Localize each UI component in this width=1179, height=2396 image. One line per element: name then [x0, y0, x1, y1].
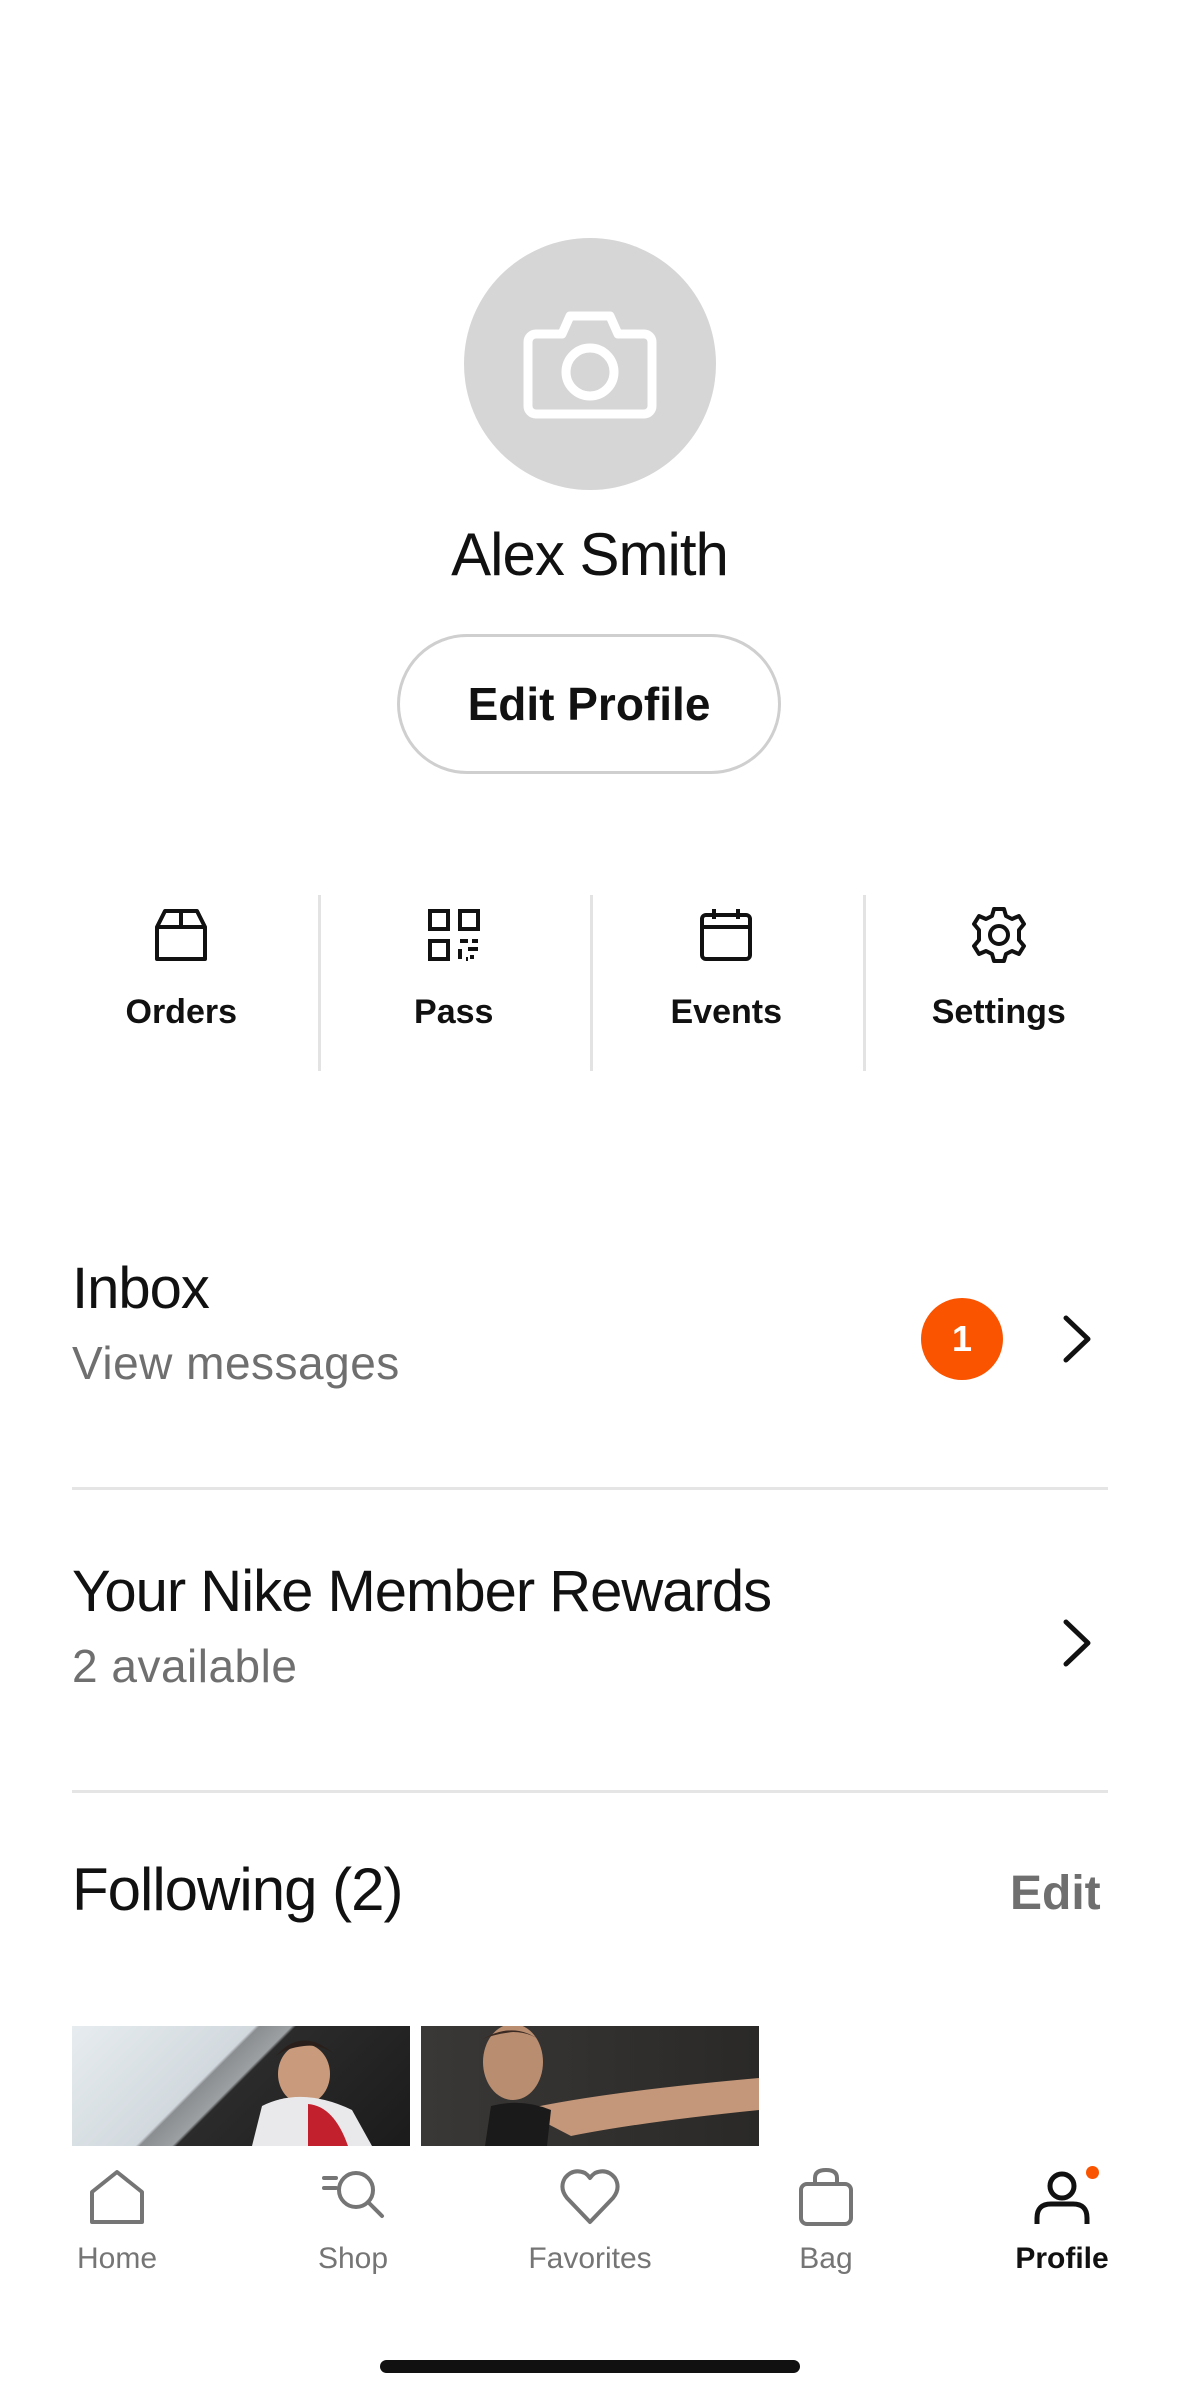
events-label: Events [670, 993, 783, 1031]
home-icon [90, 2170, 144, 2224]
search-icon [322, 2171, 384, 2218]
divider [72, 1487, 1108, 1490]
tab-shop[interactable]: Shop [263, 2164, 443, 2276]
inbox-row[interactable]: Inbox View messages 1 [72, 1255, 1108, 1405]
following-title: Following (2) [72, 1856, 403, 1923]
tab-shop-label: Shop [317, 2242, 389, 2275]
athlete-image [481, 2026, 759, 2146]
quick-actions: Orders Pass Events Settings [45, 895, 1135, 1075]
qr-code-icon [427, 909, 480, 961]
tab-profile-label: Profile [1015, 2242, 1109, 2275]
settings-action[interactable]: Settings [862, 895, 1136, 1075]
orders-action[interactable]: Orders [45, 895, 318, 1075]
following-thumbnail[interactable] [421, 2026, 759, 2146]
heart-icon [560, 2169, 620, 2224]
rewards-row[interactable]: Your Nike Member Rewards 2 available [72, 1558, 1108, 1708]
divider [72, 1790, 1108, 1793]
edit-profile-button[interactable]: Edit Profile [397, 634, 781, 774]
box-icon [155, 909, 208, 961]
rewards-title: Your Nike Member Rewards [72, 1559, 772, 1624]
events-action[interactable]: Events [590, 895, 863, 1075]
notification-dot [1086, 2166, 1099, 2179]
athlete-image [252, 2040, 372, 2146]
camera-icon [523, 311, 657, 419]
tab-bag-label: Bag [799, 2242, 853, 2275]
gear-icon [971, 907, 1026, 963]
avatar[interactable] [464, 238, 716, 490]
following-thumbnail[interactable] [72, 2026, 410, 2146]
tab-bag[interactable]: Bag [736, 2164, 916, 2276]
profile-name: Alex Smith [451, 521, 729, 588]
inbox-badge: 1 [921, 1298, 1003, 1380]
chevron-right-icon [1063, 1315, 1091, 1363]
bag-icon [799, 2168, 853, 2226]
tab-favorites[interactable]: Favorites [500, 2164, 680, 2276]
tab-favorites-label: Favorites [528, 2242, 652, 2275]
tab-home-label: Home [76, 2242, 158, 2275]
tab-profile[interactable]: Profile [972, 2164, 1152, 2276]
rewards-subtitle: 2 available [72, 1640, 298, 1692]
orders-label: Orders [125, 993, 238, 1031]
calendar-icon [700, 909, 753, 961]
pass-action[interactable]: Pass [317, 895, 591, 1075]
tab-home[interactable]: Home [27, 2164, 207, 2276]
home-indicator [380, 2360, 800, 2373]
tab-bar: Home Shop Favorites Bag Profile [0, 2146, 1179, 2396]
chevron-right-icon [1063, 1619, 1091, 1667]
profile-icon [1034, 2171, 1090, 2224]
pass-label: Pass [414, 993, 494, 1031]
settings-label: Settings [931, 993, 1066, 1031]
following-edit-button[interactable]: Edit [1010, 1866, 1101, 1921]
